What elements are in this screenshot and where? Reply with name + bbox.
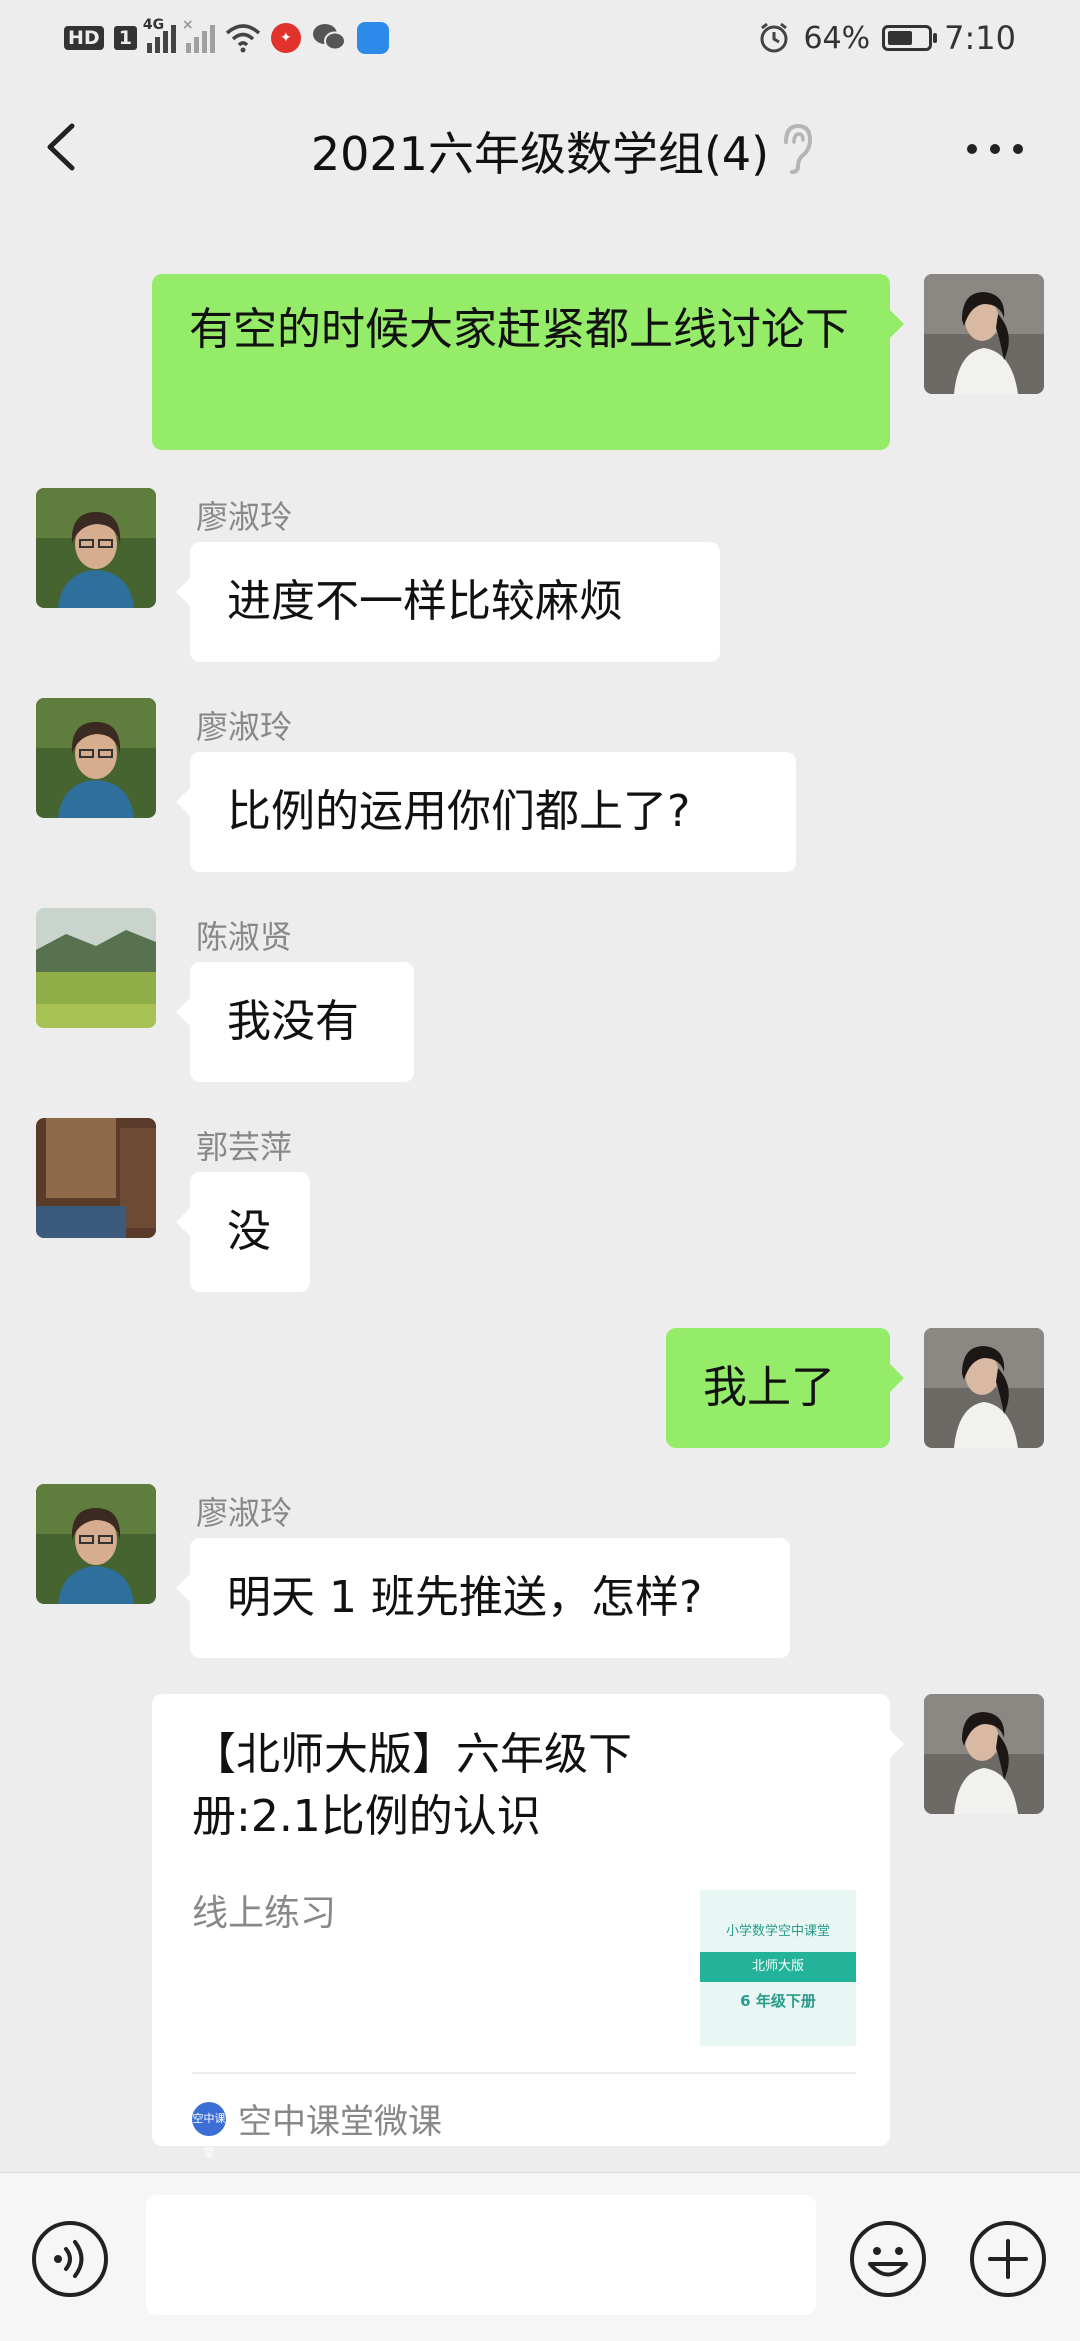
avatar-self[interactable] <box>924 274 1044 394</box>
battery-icon <box>882 25 938 51</box>
status-right: 64% 7:10 <box>757 16 1016 60</box>
status-bar: HD 1 4G × ✦ 64% 7:10 <box>0 0 1080 80</box>
status-left: HD 1 4G × ✦ <box>64 17 389 58</box>
message-bubble-incoming[interactable]: 明天 1 班先推送，怎样? <box>176 1538 790 1658</box>
battery-fill <box>888 31 913 45</box>
signal-icon: 4G <box>143 17 176 53</box>
sender-name: 廖淑玲 <box>196 1494 293 1532</box>
avatar-liao[interactable] <box>36 698 156 818</box>
link-card-description: 线上练习 <box>192 1893 337 1934</box>
alarm-icon <box>760 22 788 53</box>
battery-percent: 64% <box>803 20 871 56</box>
avatar-liao[interactable] <box>36 1484 156 1604</box>
avatar-self[interactable] <box>924 1694 1044 1814</box>
sender-name: 郭芸萍 <box>196 1128 293 1166</box>
voice-icon[interactable] <box>30 2219 110 2299</box>
thumb-line-1: 小学数学空中课堂 <box>725 1924 830 1939</box>
chat-title: 2021六年级数学组(4) <box>310 127 770 181</box>
signal-2-icon: × <box>182 17 215 53</box>
avatar-guo[interactable] <box>36 1118 156 1238</box>
plus-icon[interactable] <box>968 2219 1048 2299</box>
sender-name: 廖淑玲 <box>196 708 293 746</box>
signal-2-mark: × <box>181 17 194 33</box>
sim-badge: 1 <box>113 26 137 50</box>
link-card-title: 【北师大版】六年级下册:2.1比例的认识 <box>192 1729 632 1842</box>
message-bubble-incoming[interactable]: 比例的运用你们都上了? <box>176 752 796 872</box>
sender-name: 陈淑贤 <box>196 918 293 956</box>
link-card-thumbnail: 小学数学空中课堂 北师大版 6 年级下册 <box>700 1890 856 2046</box>
emoji-icon[interactable] <box>848 2219 928 2299</box>
message-bubble-outgoing[interactable]: 有空的时候大家赶紧都上线讨论下 <box>152 274 904 450</box>
source-icon: 空中课堂 <box>192 2101 226 2159</box>
wifi-icon <box>225 24 261 53</box>
avatar-liao[interactable] <box>36 488 156 608</box>
divider <box>192 2072 856 2074</box>
message-bubble-incoming[interactable]: 进度不一样比较麻烦 <box>176 542 720 662</box>
link-card[interactable]: 【北师大版】六年级下册:2.1比例的认识 线上练习 小学数学空中课堂 北师大版 … <box>152 1694 904 2159</box>
message-bubble-incoming[interactable]: 没 <box>176 1172 310 1292</box>
thumb-line-3: 6 年级下册 <box>740 1992 816 2010</box>
ear-icon <box>784 123 813 174</box>
message-bubble-outgoing[interactable]: 我上了 <box>666 1328 904 1448</box>
app-notification-icon: ✦ <box>270 23 301 53</box>
hd-badge: HD <box>64 26 104 50</box>
wechat-icon <box>312 24 346 51</box>
message-input[interactable] <box>146 2195 816 2315</box>
message-bubble-incoming[interactable]: 我没有 <box>176 962 414 1082</box>
chat-header: 2021六年级数学组(4) <box>0 80 1080 215</box>
source-label: 空中课堂微课 <box>238 2102 442 2142</box>
weather-icon <box>356 22 389 54</box>
link-card-source: 空中课堂 空中课堂微课 <box>192 2094 442 2159</box>
avatar-chen[interactable] <box>36 908 156 1028</box>
sender-name: 廖淑玲 <box>196 498 293 536</box>
avatar-self[interactable] <box>924 1328 1044 1448</box>
network-type: 4G <box>142 17 165 33</box>
clock: 7:10 <box>944 19 1016 57</box>
input-bar <box>0 2172 1080 2341</box>
more-icon[interactable] <box>960 124 1030 174</box>
thumb-line-2: 北师大版 <box>700 1952 856 1982</box>
